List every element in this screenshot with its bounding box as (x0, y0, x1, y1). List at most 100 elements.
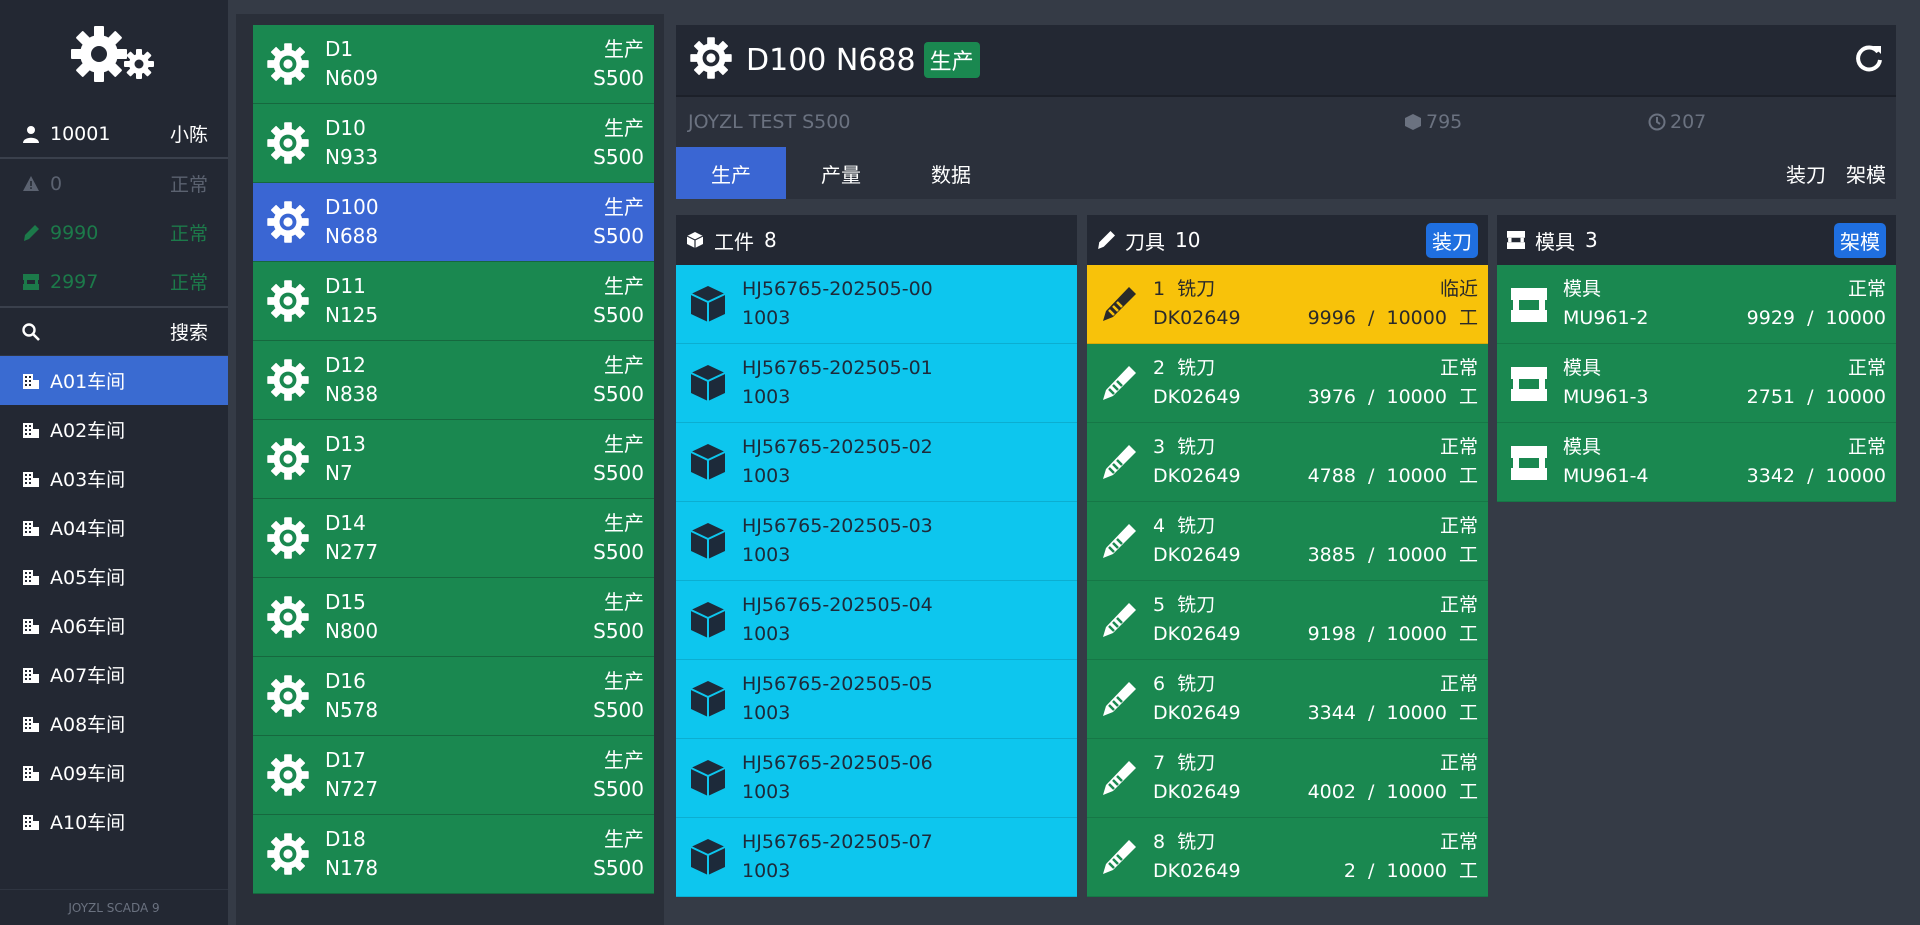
refresh-icon[interactable] (1854, 43, 1884, 77)
machine-item[interactable]: D12 N838 生产 S500 (253, 341, 654, 420)
tool-icon (1097, 231, 1115, 249)
workpiece-item[interactable]: HJ56765-202505-06 1003 (676, 739, 1077, 818)
workshop-label: A06车间 (50, 616, 126, 638)
mold-item[interactable]: 模具 MU961-3 正常 2751 / 10000 (1497, 344, 1896, 423)
tool-stat[interactable]: 9990 正常 (0, 208, 228, 257)
user-id: 10001 (50, 122, 111, 145)
machine-id: D16 (325, 669, 366, 693)
workpiece-qty: 1003 (742, 386, 791, 408)
machine-model: S500 (593, 619, 644, 643)
app-footer: JOYZL SCADA 9 (0, 889, 228, 925)
mold-icon (1507, 442, 1551, 482)
load-tool-button[interactable]: 装刀 (1426, 222, 1478, 258)
sidebar-item-workshop[interactable]: A05车间 (0, 552, 228, 601)
sidebar-item-workshop[interactable]: A06车间 (0, 601, 228, 650)
load-tool-action[interactable]: 装刀 (1776, 147, 1836, 199)
tool-item[interactable]: 5 铣刀 DK02649 正常 9198 / 10000 工 (1087, 581, 1488, 660)
tool-item[interactable]: 7 铣刀 DK02649 正常 4002 / 10000 工 (1087, 739, 1488, 818)
tool-list: 1 铣刀 DK02649 临近 9996 / 10000 工 2 铣刀 DK02649 正常… (1087, 265, 1488, 897)
machine-id: D15 (325, 590, 366, 614)
search-row[interactable]: 搜索 (0, 306, 228, 356)
mount-mold-button[interactable]: 架模 (1834, 222, 1886, 258)
tool-item[interactable]: 4 铣刀 DK02649 正常 3885 / 10000 工 (1087, 502, 1488, 581)
workpiece-item[interactable]: HJ56765-202505-02 1003 (676, 423, 1077, 502)
tab-output[interactable]: 产量 (786, 147, 896, 199)
tool-item[interactable]: 2 铣刀 DK02649 正常 3976 / 10000 工 (1087, 344, 1488, 423)
sidebar-item-workshop[interactable]: A03车间 (0, 454, 228, 503)
mold-item[interactable]: 模具 MU961-2 正常 9929 / 10000 (1497, 265, 1896, 344)
machine-item[interactable]: D13 N7 生产 S500 (253, 420, 654, 499)
workshop-label: A08车间 (50, 714, 126, 736)
tool-icon (20, 224, 42, 241)
machine-status: 生产 (604, 195, 644, 219)
box-icon (686, 363, 730, 403)
mold-icon (1507, 231, 1525, 249)
tab-production[interactable]: 生产 (676, 147, 786, 199)
tool-item[interactable]: 6 铣刀 DK02649 正常 3344 / 10000 工 (1087, 660, 1488, 739)
tool-usage: 3885 / 10000 工 (1307, 544, 1478, 566)
machine-code: N7 (325, 461, 353, 485)
gear-icon (263, 831, 313, 877)
mold-icon (1507, 363, 1551, 403)
sidebar-item-workshop[interactable]: A01车间 (0, 356, 228, 405)
alarm-stat[interactable]: 0 正常 (0, 159, 228, 208)
sidebar-item-workshop[interactable]: A07车间 (0, 650, 228, 699)
workpiece-item[interactable]: HJ56765-202505-00 1003 (676, 265, 1077, 344)
machine-item[interactable]: D18 N178 生产 S500 (253, 815, 654, 894)
workpiece-qty: 1003 (742, 465, 791, 487)
mold-status: 正常 (169, 272, 208, 294)
time-counter: 207 (1648, 111, 1706, 133)
user-row[interactable]: 10001 小陈 (0, 110, 228, 159)
sidebar-item-workshop[interactable]: A10车间 (0, 797, 228, 846)
tool-item[interactable]: 1 铣刀 DK02649 临近 9996 / 10000 工 (1087, 265, 1488, 344)
machine-model: S500 (593, 698, 644, 722)
tab-data[interactable]: 数据 (896, 147, 1006, 199)
sidebar-item-workshop[interactable]: A04车间 (0, 503, 228, 552)
machine-item[interactable]: D14 N277 生产 S500 (253, 499, 654, 578)
tool-item[interactable]: 3 铣刀 DK02649 正常 4788 / 10000 工 (1087, 423, 1488, 502)
parts-counter: 795 (1404, 111, 1462, 133)
machine-item[interactable]: D10 N933 生产 S500 (253, 104, 654, 183)
workpiece-qty: 1003 (742, 781, 791, 803)
building-icon (20, 716, 42, 732)
mold-count: 2997 (50, 270, 99, 293)
workpiece-item[interactable]: HJ56765-202505-04 1003 (676, 581, 1077, 660)
tool-item[interactable]: 8 铣刀 DK02649 正常 2 / 10000 工 (1087, 818, 1488, 897)
machine-id: D100 (325, 195, 379, 219)
machine-id: D12 (325, 353, 366, 377)
machine-item[interactable]: D11 N125 生产 S500 (253, 262, 654, 341)
user-name: 小陈 (169, 124, 208, 146)
tool-code: DK02649 (1153, 386, 1241, 408)
machine-status: 生产 (604, 353, 644, 377)
mold-item[interactable]: 模具 MU961-4 正常 3342 / 10000 (1497, 423, 1896, 502)
machine-code: N838 (325, 382, 379, 406)
workpiece-item[interactable]: HJ56765-202505-07 1003 (676, 818, 1077, 897)
mount-mold-action[interactable]: 架模 (1836, 147, 1896, 199)
machine-code: N125 (325, 303, 379, 327)
workpiece-label: 工件 (714, 229, 754, 254)
mold-stat[interactable]: 2997 正常 (0, 257, 228, 306)
machine-item[interactable]: D17 N727 生产 S500 (253, 736, 654, 815)
workpiece-item[interactable]: HJ56765-202505-03 1003 (676, 502, 1077, 581)
sidebar-item-workshop[interactable]: A09车间 (0, 748, 228, 797)
status-badge: 生产 (923, 42, 980, 78)
machine-id: D17 (325, 748, 366, 772)
tool-status: 正常 (1439, 752, 1478, 774)
gear-icon (263, 41, 313, 87)
machine-code: N178 (325, 856, 379, 880)
workpiece-name: HJ56765-202505-02 (742, 436, 933, 458)
machine-item[interactable]: D100 N688 生产 S500 (253, 183, 654, 262)
workpiece-item[interactable]: HJ56765-202505-01 1003 (676, 344, 1077, 423)
machine-code: N277 (325, 540, 379, 564)
machine-item[interactable]: D1 N609 生产 S500 (253, 25, 654, 104)
sidebar-item-workshop[interactable]: A02车间 (0, 405, 228, 454)
machine-item[interactable]: D16 N578 生产 S500 (253, 657, 654, 736)
gear-icon (263, 278, 313, 324)
sidebar-item-workshop[interactable]: A08车间 (0, 699, 228, 748)
mold-header: 模具 3 架模 (1497, 215, 1896, 265)
machine-item[interactable]: D15 N800 生产 S500 (253, 578, 654, 657)
tool-status: 正常 (1439, 673, 1478, 695)
building-icon (20, 814, 42, 830)
workpiece-item[interactable]: HJ56765-202505-05 1003 (676, 660, 1077, 739)
logo (0, 0, 228, 110)
